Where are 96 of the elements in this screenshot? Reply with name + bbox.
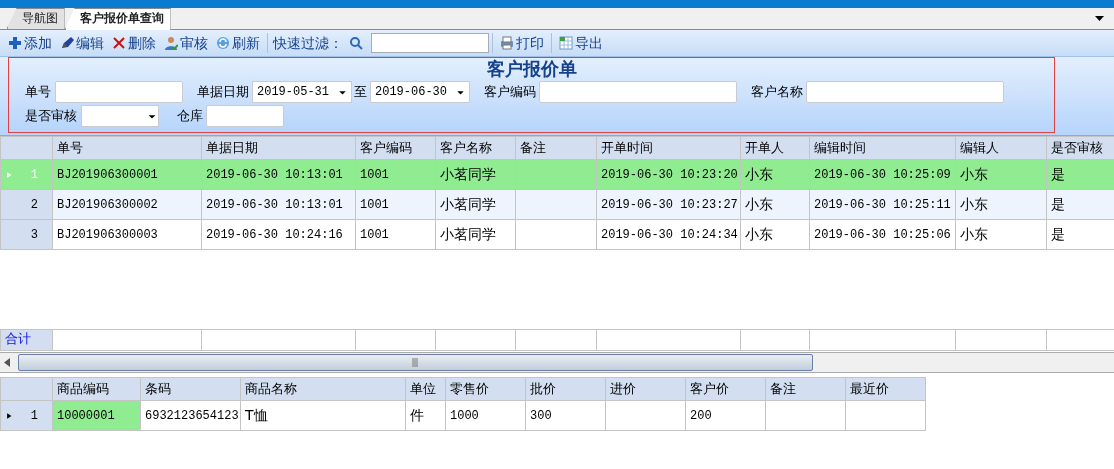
table-cell: 2019-06-30 10:25:09 [809,159,956,190]
field-label: 客户名称 [751,83,803,102]
field-label: 是否审核 [25,107,77,126]
table-cell: 2019-06-30 10:25:06 [809,219,956,250]
pen-icon [60,36,74,50]
column-header[interactable]: 最近价 [845,377,926,401]
date-field[interactable]: 2019-06-30 [370,81,470,103]
column-header[interactable]: 单据日期 [201,136,356,160]
column-header[interactable]: 是否审核 [1046,136,1114,160]
column-header[interactable]: 零售价 [445,377,526,401]
date-field[interactable]: 2019-05-31 [252,81,352,103]
printer-icon [500,36,514,50]
table-cell: 200 [685,400,766,431]
refresh-icon [216,36,230,50]
tab[interactable]: 客户报价单查询 [64,8,171,30]
column-header[interactable]: 备注 [765,377,846,401]
toolbar-button[interactable]: 删除 [108,31,160,55]
column-header[interactable]: 编辑时间 [809,136,956,160]
column-header[interactable]: 批价 [525,377,606,401]
toolbar-button[interactable]: 编辑 [56,31,108,55]
table-cell: 小茗同学 [435,189,516,220]
field-label: 单据日期 [197,83,249,102]
table-cell: 2019-06-30 10:23:20 [596,159,741,190]
field-label: 仓库 [177,107,203,126]
column-header[interactable]: 单号 [52,136,202,160]
column-header[interactable]: 单位 [405,377,446,401]
table-cell: 1001 [355,219,436,250]
row-header[interactable]: 1 [0,400,53,431]
table-cell: BJ201906300003 [52,219,202,250]
input-field[interactable] [206,105,284,127]
column-header[interactable]: 商品名称 [240,377,406,401]
table-cell: T恤 [240,400,406,431]
toolbar-button[interactable]: 打印 [496,31,548,55]
column-header[interactable]: 进价 [605,377,686,401]
column-header[interactable]: 商品编码 [52,377,141,401]
form-title: 客户报价单 [485,58,578,80]
scroll-left-icon[interactable] [4,358,10,367]
table-cell: 2019-06-30 10:13:01 [201,189,356,220]
table-cell: 小东 [955,189,1047,220]
column-header[interactable]: 客户名称 [435,136,516,160]
input-field[interactable] [806,81,1004,103]
table-cell: 300 [525,400,606,431]
tab[interactable]: 导航图 [6,8,65,29]
filter-label: 快速过滤： [271,33,344,53]
column-header[interactable]: 客户价 [685,377,766,401]
toolbar-button[interactable]: 添加 [4,31,56,55]
dropdown-icon[interactable] [1095,16,1104,21]
table-cell: 小东 [740,189,810,220]
field-label: 至 [354,83,367,102]
table-cell: 6932123654123 [140,400,241,431]
table-cell: 10000001 [52,400,141,431]
table-cell: 小茗同学 [435,219,516,250]
toolbar-button[interactable]: 导出 [555,31,607,55]
table-cell: 小东 [740,219,810,250]
plus-icon [8,36,22,50]
column-header[interactable]: 编辑人 [955,136,1047,160]
close-icon [112,36,126,50]
table-cell: 2019-06-30 10:25:11 [809,189,956,220]
column-header[interactable]: 开单人 [740,136,810,160]
search-field[interactable] [371,33,489,53]
column-header[interactable]: 条码 [140,377,241,401]
table-cell: 件 [405,400,446,431]
column-header[interactable]: 客户编码 [355,136,436,160]
table-cell: 小东 [955,159,1047,190]
toolbar-button[interactable]: 刷新 [212,31,264,55]
grip-icon [412,358,419,367]
dropdown-field[interactable] [81,105,159,127]
search-icon[interactable] [349,36,363,50]
row-header[interactable]: 2 [0,189,53,220]
table-cell: 小茗同学 [435,159,516,190]
field-label: 单号 [25,83,51,102]
table-cell: 1001 [355,159,436,190]
row-header[interactable]: 3 [0,219,53,250]
column-header[interactable]: 开单时间 [596,136,741,160]
input-field[interactable] [55,81,183,103]
input-field[interactable] [539,81,737,103]
user-check-icon [164,36,178,50]
field-label: 客户编码 [484,83,536,102]
table-cell: 小东 [740,159,810,190]
table-cell: 2019-06-30 10:24:34 [596,219,741,250]
toolbar-button[interactable]: 审核 [160,31,212,55]
total-label: 合计 [0,329,53,351]
table-cell: 是 [1046,159,1114,190]
table-cell: BJ201906300002 [52,189,202,220]
table-cell: 2019-06-30 10:23:27 [596,189,741,220]
table-cell: 小东 [955,219,1047,250]
table-cell: 2019-06-30 10:24:16 [201,219,356,250]
table-cell: 1000 [445,400,526,431]
table-cell: 1001 [355,189,436,220]
scrollbar-thumb[interactable] [18,354,813,371]
table-cell: 2019-06-30 10:13:01 [201,159,356,190]
table-cell: 是 [1046,189,1114,220]
spreadsheet-icon [559,36,573,50]
column-header[interactable]: 备注 [515,136,597,160]
horizontal-scrollbar[interactable] [0,352,1114,373]
table-cell: BJ201906300001 [52,159,202,190]
